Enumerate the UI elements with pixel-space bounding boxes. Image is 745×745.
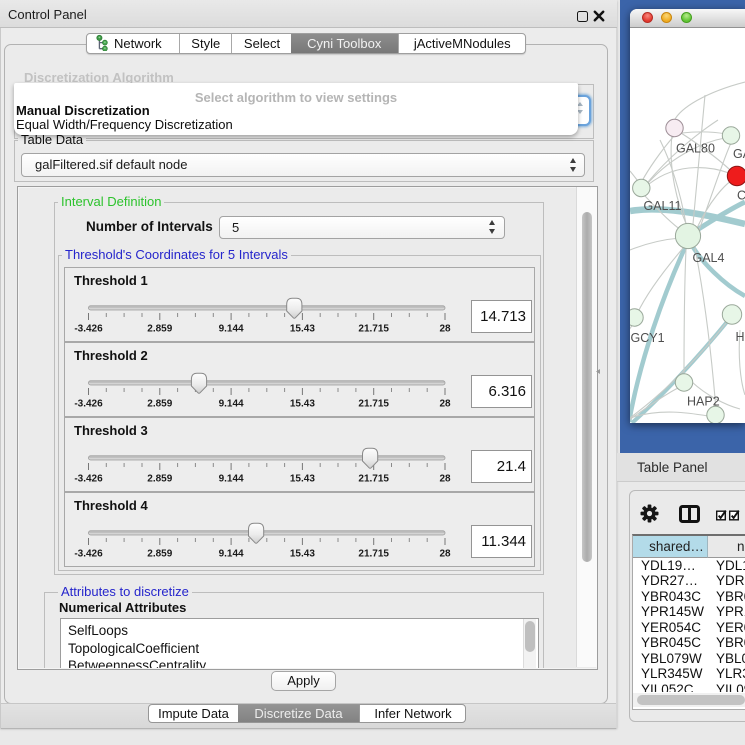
svg-text:21.715: 21.715 [358, 549, 389, 560]
svg-text:28: 28 [439, 549, 451, 560]
svg-text:9.144: 9.144 [219, 549, 244, 560]
svg-text:21.715: 21.715 [358, 324, 389, 335]
svg-text:15.43: 15.43 [290, 474, 315, 485]
svg-text:9.144: 9.144 [219, 324, 244, 335]
svg-text:GAL11: GAL11 [644, 199, 682, 213]
svg-text:2.859: 2.859 [147, 324, 172, 335]
svg-text:21.715: 21.715 [358, 474, 389, 485]
svg-text:15.43: 15.43 [290, 324, 315, 335]
svg-text:9.144: 9.144 [219, 399, 244, 410]
svg-text:2.859: 2.859 [147, 399, 172, 410]
svg-text:GAL80: GAL80 [676, 142, 715, 156]
svg-text:-3.426: -3.426 [74, 549, 103, 560]
svg-text:GAL4: GAL4 [693, 251, 725, 265]
svg-text:9.144: 9.144 [219, 474, 244, 485]
svg-text:21.715: 21.715 [358, 399, 389, 410]
svg-text:15.43: 15.43 [290, 549, 315, 560]
svg-text:2.859: 2.859 [147, 474, 172, 485]
svg-text:GCY1: GCY1 [631, 331, 665, 345]
svg-text:-3.426: -3.426 [74, 399, 103, 410]
svg-text:28: 28 [439, 474, 451, 485]
svg-text:-3.426: -3.426 [74, 474, 103, 485]
svg-text:CY: CY [737, 189, 745, 203]
svg-text:28: 28 [439, 324, 451, 335]
svg-text:15.43: 15.43 [290, 399, 315, 410]
svg-text:HAP2: HAP2 [687, 395, 720, 409]
svg-text:GA: GA [733, 147, 745, 161]
svg-text:28: 28 [439, 399, 451, 410]
svg-text:H: H [736, 330, 745, 344]
svg-text:-3.426: -3.426 [74, 324, 103, 335]
svg-text:2.859: 2.859 [147, 549, 172, 560]
